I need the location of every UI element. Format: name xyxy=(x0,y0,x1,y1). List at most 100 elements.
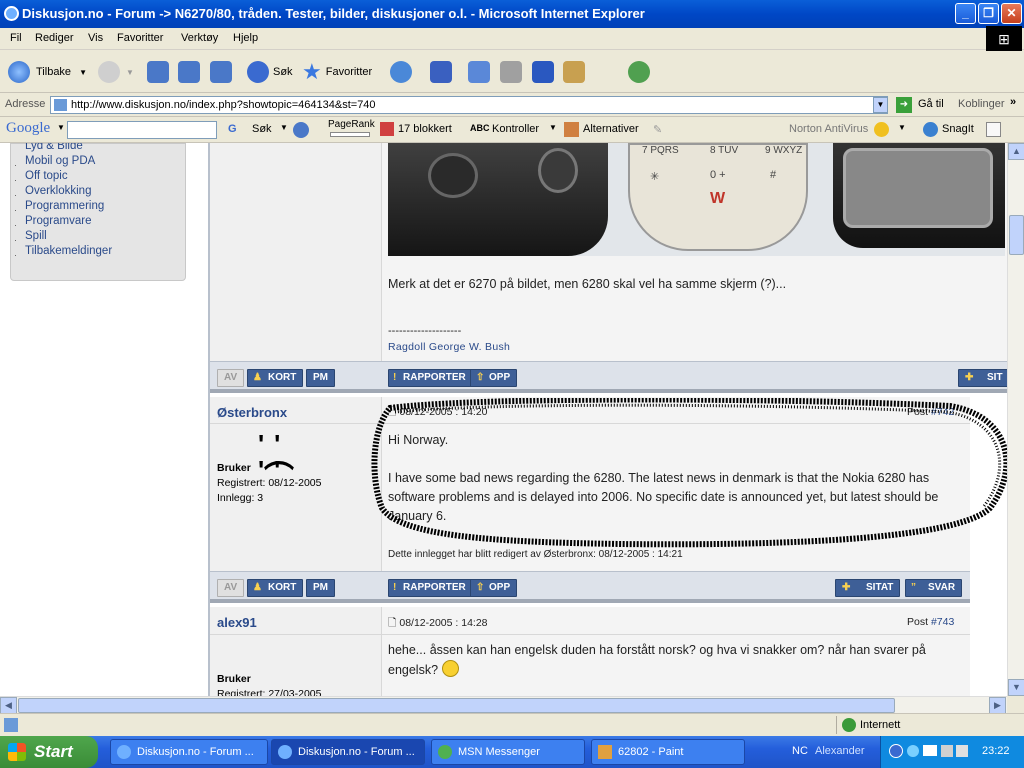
google-logo[interactable]: Google xyxy=(6,120,50,137)
menu-help[interactable]: Hjelp xyxy=(233,32,258,44)
language-indicator[interactable]: NC xyxy=(792,745,808,757)
scroll-left-icon[interactable]: ◀ xyxy=(0,697,17,714)
menu-file[interactable]: Fil xyxy=(10,32,22,44)
av-button[interactable]: AV xyxy=(217,369,245,387)
check-button[interactable]: Kontroller xyxy=(492,123,539,135)
sidebar-item[interactable]: Programmering xyxy=(11,199,185,214)
chevron-down-icon[interactable]: ▼ xyxy=(280,123,288,132)
research-icon[interactable] xyxy=(563,61,585,83)
menu-favorites[interactable]: Favoritter xyxy=(117,32,163,44)
mail-icon[interactable] xyxy=(430,61,452,83)
chevron-down-icon[interactable]: ▼ xyxy=(79,68,87,77)
horizontal-scrollbar[interactable]: ◀ ▶ xyxy=(0,696,1007,714)
discuss-icon[interactable] xyxy=(532,61,554,83)
search-button[interactable]: Søk xyxy=(247,59,293,85)
start-button[interactable]: Start xyxy=(0,736,98,768)
post-author[interactable]: alex91 xyxy=(217,615,257,630)
signature[interactable]: Ragdoll George W. Bush xyxy=(388,341,510,353)
sidebar-item[interactable]: Lyd & Bilde xyxy=(11,143,185,154)
sidebar-item[interactable]: Spill xyxy=(11,229,185,244)
network-icon[interactable] xyxy=(941,745,953,757)
scroll-up-icon[interactable]: ▲ xyxy=(1008,143,1024,160)
close-button[interactable]: ✕ xyxy=(1001,3,1022,24)
quote-button[interactable]: ✚ SIT xyxy=(958,369,1007,387)
scroll-right-icon[interactable]: ▶ xyxy=(989,697,1006,714)
menu-view[interactable]: Vis xyxy=(88,32,103,44)
globe-icon[interactable] xyxy=(293,122,309,138)
snagit-capture-icon[interactable] xyxy=(986,122,1001,137)
av-button[interactable]: AV xyxy=(217,579,245,597)
tray-icon[interactable] xyxy=(907,745,919,757)
pagerank-label: PageRank xyxy=(328,119,375,130)
taskbar-item[interactable]: 62802 - Paint xyxy=(591,739,745,765)
blocked-count[interactable]: 17 blokkert xyxy=(398,123,452,135)
vertical-scrollbar[interactable]: ▲ ▼ xyxy=(1007,143,1024,696)
menu-tools[interactable]: Verktøy xyxy=(181,32,218,44)
chevron-right-icon[interactable]: » xyxy=(1010,96,1016,108)
post-author[interactable]: Østerbronx xyxy=(217,405,287,420)
report-button[interactable]: ! RAPPORTER xyxy=(388,579,473,597)
sidebar-item[interactable]: Off topic xyxy=(11,169,185,184)
volume-icon[interactable] xyxy=(956,745,968,757)
user-role: Bruker xyxy=(217,462,251,474)
home-icon[interactable] xyxy=(210,61,232,83)
google-search-input[interactable] xyxy=(67,121,217,139)
refresh-icon[interactable] xyxy=(178,61,200,83)
address-dropdown-icon[interactable]: ▼ xyxy=(873,97,888,113)
chevron-down-icon[interactable]: ▼ xyxy=(57,123,65,132)
maximize-button[interactable]: ❐ xyxy=(978,3,999,24)
taskbar-item-active[interactable]: Diskusjon.no - Forum ... xyxy=(271,739,425,765)
ie-icon xyxy=(117,745,131,759)
scroll-down-icon[interactable]: ▼ xyxy=(1008,679,1024,696)
pm-button[interactable]: PM xyxy=(306,579,335,597)
sidebar: Lyd & Bilde Mobil og PDA Off topic Overk… xyxy=(10,143,186,281)
up-button[interactable]: ⇧ OPP xyxy=(470,369,518,387)
address-input[interactable]: http://www.diskusjon.no/index.php?showto… xyxy=(50,96,888,114)
norton-label[interactable]: Norton AntiVirus xyxy=(789,123,868,135)
pencil-icon[interactable]: ✎ xyxy=(653,123,662,136)
post-number-link[interactable]: #743 xyxy=(931,616,954,628)
scroll-thumb[interactable] xyxy=(18,698,895,713)
sidebar-item[interactable]: Programvare xyxy=(11,214,185,229)
up-button[interactable]: ⇧ OPP xyxy=(470,579,518,597)
clock[interactable]: 23:22 xyxy=(982,745,1010,757)
scroll-thumb[interactable] xyxy=(1009,215,1024,255)
chevron-down-icon[interactable]: ▼ xyxy=(126,68,134,77)
forward-button[interactable]: ▼ xyxy=(98,59,134,85)
paint-icon xyxy=(598,745,612,759)
profile-button[interactable]: ♟ KORT xyxy=(247,369,304,387)
sidebar-item[interactable]: Overklokking xyxy=(11,184,185,199)
messenger-icon[interactable] xyxy=(628,61,650,83)
mail-icon[interactable] xyxy=(923,745,937,756)
sidebar-item[interactable]: Tilbakemeldinger xyxy=(11,244,185,259)
minimize-button[interactable]: _ xyxy=(955,3,976,24)
reply-button[interactable]: ” SVAR xyxy=(905,579,963,597)
edit-icon[interactable] xyxy=(500,61,522,83)
print-icon[interactable] xyxy=(468,61,490,83)
options-button[interactable]: Alternativer xyxy=(583,123,639,135)
favorites-button[interactable]: ★ Favoritter xyxy=(302,59,372,85)
back-button[interactable]: Tilbake ▼ xyxy=(8,59,87,85)
plus-icon: ✚ xyxy=(842,582,851,593)
google-search-button[interactable]: Søk xyxy=(252,123,272,135)
report-button[interactable]: ! RAPPORTER xyxy=(388,369,473,387)
go-button[interactable]: Gå til xyxy=(918,98,944,110)
go-arrow-icon[interactable]: ➜ xyxy=(896,97,912,113)
popup-blocker-icon xyxy=(380,122,394,136)
taskbar-item[interactable]: Diskusjon.no - Forum ... xyxy=(110,739,268,765)
arrow-left-icon[interactable] xyxy=(889,744,903,758)
quote-button[interactable]: ✚ SITAT xyxy=(835,579,901,597)
sidebar-item[interactable]: Mobil og PDA xyxy=(11,154,185,169)
profile-button[interactable]: ♟ KORT xyxy=(247,579,304,597)
stop-icon[interactable] xyxy=(147,61,169,83)
chevron-down-icon[interactable]: ▼ xyxy=(549,123,557,132)
snagit-button[interactable]: SnagIt xyxy=(942,123,974,135)
alert-icon: ! xyxy=(393,582,397,593)
links-label[interactable]: Koblinger xyxy=(958,98,1004,110)
history-icon[interactable] xyxy=(390,61,412,83)
taskbar-item[interactable]: MSN Messenger xyxy=(431,739,585,765)
pm-button[interactable]: PM xyxy=(306,369,335,387)
norton-icon[interactable] xyxy=(874,122,889,137)
menu-edit[interactable]: Rediger xyxy=(35,32,74,44)
chevron-down-icon[interactable]: ▼ xyxy=(898,123,906,132)
